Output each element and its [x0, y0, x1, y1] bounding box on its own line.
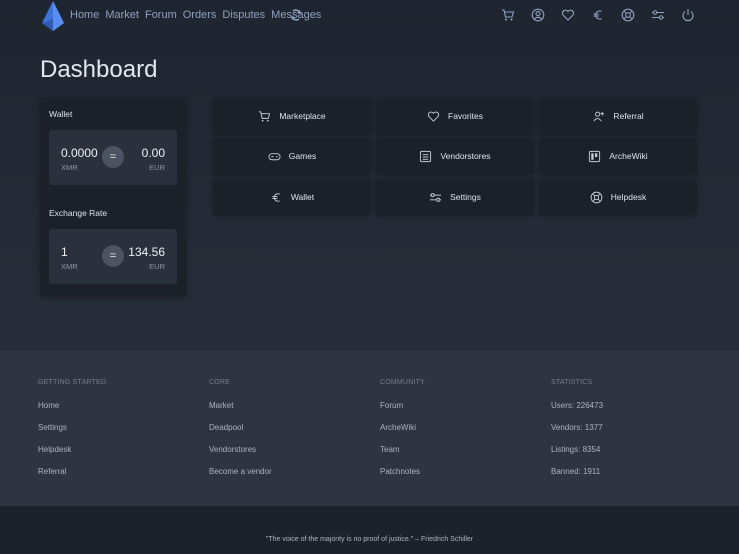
nav-links: Home Market Forum Orders Disputes Messag… — [70, 9, 321, 21]
footer-heading: STATISTICS — [551, 379, 593, 386]
rate-xmr-value: 1 — [61, 245, 68, 259]
marketplace-button[interactable]: Marketplace — [213, 98, 371, 134]
balance-xmr-value: 0.0000 — [61, 146, 98, 160]
bottom-bar: "The voice of the majority is no proof o… — [0, 506, 739, 554]
balance-eur-unit: EUR — [149, 163, 165, 172]
equals-icon: = — [102, 245, 124, 267]
wallet-card: Wallet 0.0000 XMR = 0.00 EUR Exchange Ra… — [40, 98, 186, 295]
page-title: Dashboard — [40, 56, 158, 83]
footer-link-become-vendor[interactable]: Become a vendor — [209, 467, 272, 489]
nav-link-market[interactable]: Market — [105, 9, 139, 21]
footer-community: COMMUNITY Forum ArcheWiki Team Patchnote… — [380, 379, 425, 489]
settings-icon — [429, 191, 442, 204]
footer-core: CORE Market Deadpool Vendorstores Become… — [209, 379, 272, 489]
nav-link-forum[interactable]: Forum — [145, 9, 177, 21]
helpdesk-label: Helpdesk — [610, 192, 647, 202]
board-icon — [588, 150, 601, 163]
rate-eur-unit: EUR — [149, 262, 165, 271]
balance-eur-value: 0.00 — [141, 146, 165, 160]
power-icon[interactable] — [681, 8, 695, 22]
footer-heading: GETTING STARTED — [38, 379, 107, 386]
footer-heading: CORE — [209, 379, 231, 386]
refresh-icon[interactable] — [290, 8, 302, 22]
footer-link-referral[interactable]: Referral — [38, 467, 106, 489]
wallet-label: Wallet — [290, 192, 315, 202]
settings-button[interactable]: Settings — [376, 179, 534, 215]
lifebuoy-icon[interactable] — [621, 8, 635, 22]
footer-link-patchnotes[interactable]: Patchnotes — [380, 467, 425, 489]
wallet-label: Wallet — [49, 109, 73, 119]
games-label: Games — [288, 151, 317, 161]
favorites-label: Favorites — [448, 111, 483, 121]
archewiki-label: ArcheWiki — [609, 151, 648, 161]
heart-icon — [427, 110, 440, 123]
games-button[interactable]: Games — [213, 138, 371, 174]
wallet-balance-converter: 0.0000 XMR = 0.00 EUR — [49, 130, 177, 185]
footer-link-team[interactable]: Team — [380, 445, 425, 467]
nav-link-home[interactable]: Home — [70, 9, 99, 21]
wallet-button[interactable]: Wallet — [213, 179, 371, 215]
footer-link-home[interactable]: Home — [38, 401, 106, 423]
footer-link-forum[interactable]: Forum — [380, 401, 425, 423]
equals-icon: = — [102, 146, 124, 168]
rate-eur-value: 134.56 — [128, 245, 165, 259]
footer-link-deadpool[interactable]: Deadpool — [209, 423, 272, 445]
footer-link-settings[interactable]: Settings — [38, 423, 106, 445]
balance-xmr-unit: XMR — [61, 163, 78, 172]
exchange-rate-converter: 1 XMR = 134.56 EUR — [49, 229, 177, 284]
lifebuoy-icon — [590, 191, 603, 204]
euro-icon[interactable] — [591, 8, 605, 22]
footer-link-vendorstores[interactable]: Vendorstores — [209, 445, 272, 467]
logo[interactable] — [40, 1, 66, 31]
heart-icon[interactable] — [561, 8, 575, 22]
vendorstores-label: Vendorstores — [440, 151, 491, 161]
vendorstores-button[interactable]: Vendorstores — [376, 138, 534, 174]
footer-link-helpdesk[interactable]: Helpdesk — [38, 445, 106, 467]
user-icon[interactable] — [531, 8, 545, 22]
cart-icon[interactable] — [501, 8, 515, 22]
cart-icon — [258, 110, 271, 123]
marketplace-label: Marketplace — [279, 111, 326, 121]
referral-button[interactable]: Referral — [539, 98, 697, 134]
gamepad-icon — [268, 150, 281, 163]
exchange-rate-label: Exchange Rate — [49, 208, 108, 218]
store-icon — [419, 150, 432, 163]
footer-getting-started: GETTING STARTED Home Settings Helpdesk R… — [38, 379, 106, 489]
nav-icons — [501, 8, 695, 22]
footer-link-archewiki[interactable]: ArcheWiki — [380, 423, 425, 445]
settings-label: Settings — [450, 192, 481, 202]
add-user-icon — [592, 110, 605, 123]
stat-vendors: Vendors: 1377 — [551, 423, 603, 432]
stat-users: Users: 226473 — [551, 401, 604, 410]
footer-heading: COMMUNITY — [380, 379, 425, 386]
footer: GETTING STARTED Home Settings Helpdesk R… — [0, 351, 739, 506]
settings-icon[interactable] — [651, 8, 665, 22]
favorites-button[interactable]: Favorites — [376, 98, 534, 134]
helpdesk-button[interactable]: Helpdesk — [539, 179, 697, 215]
footer-statistics: STATISTICS Users: 226473 Vendors: 1377 L… — [551, 379, 603, 489]
referral-label: Referral — [613, 111, 644, 121]
rate-xmr-unit: XMR — [61, 262, 78, 271]
stat-listings: Listings: 8354 — [551, 445, 601, 454]
footer-link-market[interactable]: Market — [209, 401, 272, 423]
nav-link-orders[interactable]: Orders — [183, 9, 217, 21]
euro-icon — [270, 191, 283, 204]
nav-link-disputes[interactable]: Disputes — [222, 9, 265, 21]
top-nav: Home Market Forum Orders Disputes Messag… — [0, 0, 739, 34]
footer-quote: "The voice of the majority is no proof o… — [265, 535, 474, 543]
stat-banned: Banned: 1911 — [551, 467, 601, 476]
archewiki-button[interactable]: ArcheWiki — [539, 138, 697, 174]
